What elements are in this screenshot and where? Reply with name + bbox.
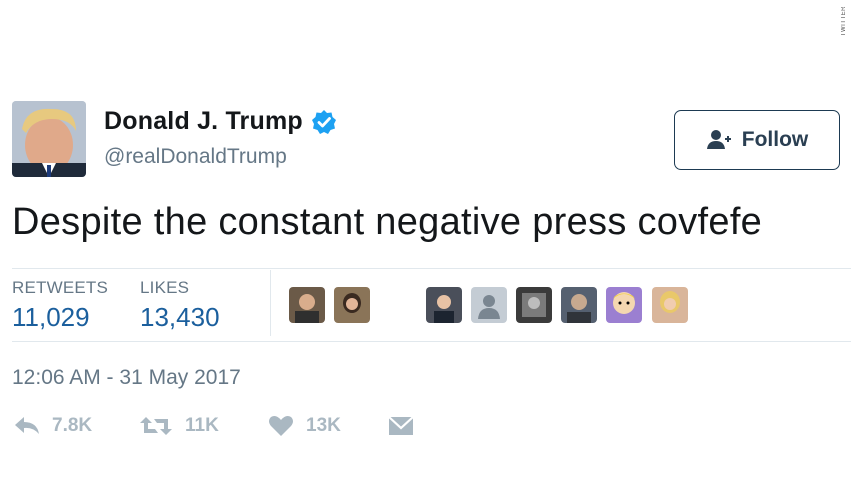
liker-avatar[interactable] [516, 287, 552, 323]
handle[interactable]: @realDonaldTrump [104, 145, 287, 169]
direct-message-icon [388, 416, 414, 435]
reply-count: 7.8K [52, 415, 93, 436]
liker-avatar[interactable] [289, 287, 325, 323]
liker-avatar[interactable] [606, 287, 642, 323]
follow-label: Follow [741, 128, 809, 151]
display-name[interactable]: Donald J. Trump [104, 107, 303, 136]
liker-avatar[interactable] [334, 287, 370, 323]
liker-avatar-image [652, 287, 688, 323]
watermark: TWITTER [841, 6, 847, 37]
liker-avatar[interactable] [652, 287, 688, 323]
reply-icon [15, 417, 39, 434]
liker-avatar[interactable] [471, 287, 507, 323]
liker-avatar-image [289, 287, 325, 323]
retweets-stat[interactable]: RETWEETS 11,029 [12, 278, 108, 333]
liker-avatar-image [334, 287, 370, 323]
liker-avatar[interactable] [426, 287, 462, 323]
liker-avatar-image [516, 287, 552, 323]
retweets-value: 11,029 [12, 302, 90, 332]
follow-button[interactable]: Follow [674, 110, 840, 170]
liker-avatar-image [561, 287, 597, 323]
retweet-icon [140, 417, 172, 435]
divider [12, 341, 851, 342]
liker-avatar-image [606, 287, 642, 323]
retweet-count: 11K [185, 415, 219, 436]
avatar-image [12, 101, 86, 177]
liker-avatar-image [426, 287, 462, 323]
divider [12, 268, 851, 269]
timestamp[interactable]: 12:06 AM - 31 May 2017 [12, 366, 241, 390]
reply-action[interactable]: 7.8K [14, 415, 92, 437]
verified-badge-icon [311, 109, 336, 134]
default-avatar-icon [471, 287, 507, 323]
retweet-action[interactable]: 11K [139, 415, 219, 437]
like-action[interactable]: 13K [268, 415, 341, 437]
liker-avatar[interactable] [561, 287, 597, 323]
likes-value: 13,430 [140, 302, 220, 332]
tweet-text: Despite the constant negative press covf… [12, 201, 763, 243]
likes-stat[interactable]: LIKES 13,430 [140, 278, 220, 333]
add-user-icon [706, 130, 731, 149]
like-count: 13K [306, 415, 341, 436]
likes-label: LIKES [140, 278, 190, 297]
direct-message-action[interactable] [388, 415, 414, 437]
heart-icon [269, 416, 293, 436]
stats-separator [270, 270, 271, 336]
avatar[interactable] [12, 101, 86, 177]
retweets-label: RETWEETS [12, 278, 109, 297]
